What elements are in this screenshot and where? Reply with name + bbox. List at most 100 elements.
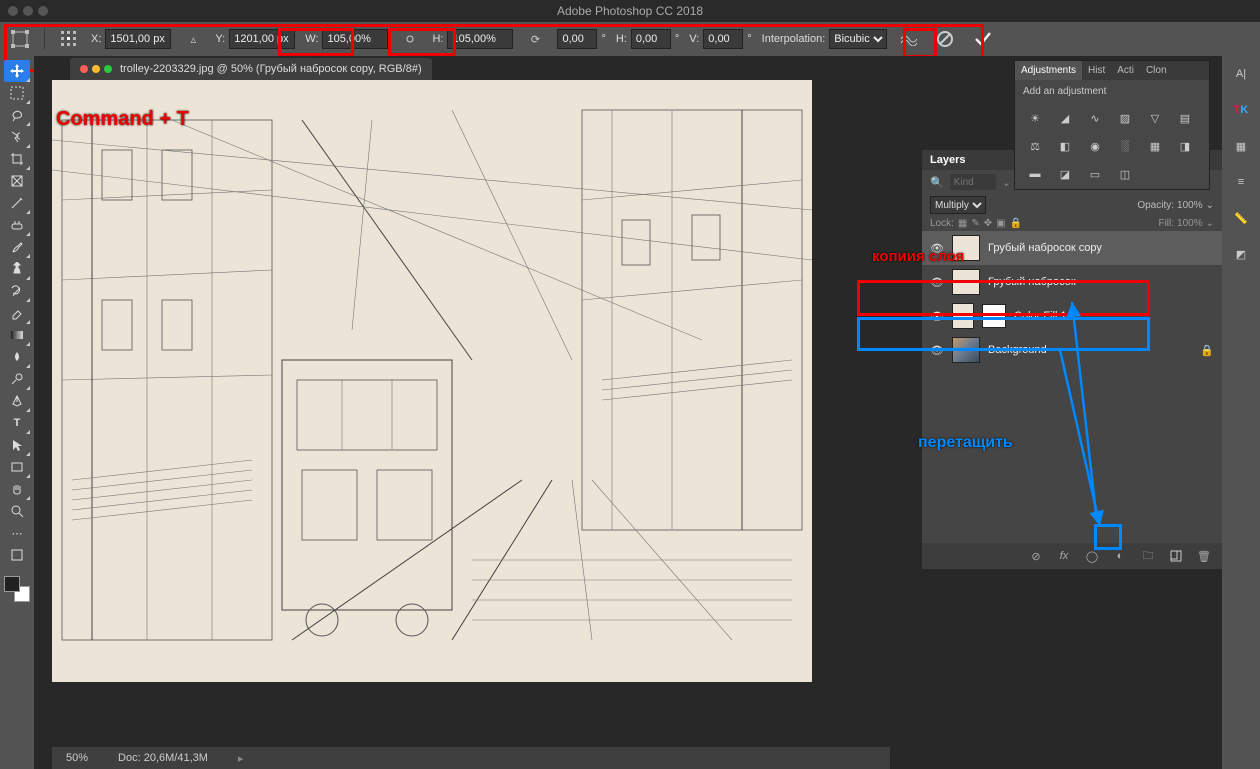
photo-filter-icon[interactable]: ◉ <box>1085 137 1105 155</box>
blend-mode-select[interactable]: Multiply <box>930 196 986 214</box>
delete-layer-icon[interactable]: 🗑 <box>1196 548 1212 564</box>
crop-tool[interactable] <box>4 148 30 170</box>
group-icon[interactable]: 🗀 <box>1140 548 1156 564</box>
layer-row-0[interactable]: 👁 Грубый набросок copy <box>922 231 1222 265</box>
lasso-tool[interactable] <box>4 104 30 126</box>
hue-icon[interactable]: ▤ <box>1175 109 1195 127</box>
opacity-value[interactable]: 100% <box>1177 200 1203 211</box>
dodge-tool[interactable] <box>4 368 30 390</box>
add-mask-icon[interactable]: ◯ <box>1084 548 1100 564</box>
visibility-icon[interactable]: 👁 <box>930 242 944 255</box>
rectangle-tool[interactable] <box>4 456 30 478</box>
visibility-icon[interactable]: 👁 <box>930 310 944 323</box>
commit-transform-button[interactable] <box>969 25 997 53</box>
angle-input[interactable] <box>557 29 597 49</box>
swatches-panel-icon[interactable]: ▦ <box>1229 134 1253 158</box>
tab-history[interactable]: Hist <box>1082 61 1111 80</box>
zoom-level[interactable]: 50% <box>66 752 88 764</box>
tab-adjustments[interactable]: Adjustments <box>1015 61 1082 80</box>
w-input[interactable] <box>322 29 388 49</box>
skew-h-input[interactable] <box>631 29 671 49</box>
exposure-icon[interactable]: ▨ <box>1115 109 1135 127</box>
brightness-icon[interactable]: ☀ <box>1025 109 1045 127</box>
zoom-tool[interactable] <box>4 500 30 522</box>
frame-tool[interactable] <box>4 170 30 192</box>
lock-all-icon[interactable]: 🔒 <box>1010 218 1022 229</box>
lock-artboard-icon[interactable]: ▣ <box>996 218 1005 229</box>
eyedropper-tool[interactable] <box>4 192 30 214</box>
tk-panel-icon[interactable]: TK <box>1229 98 1253 122</box>
h-input[interactable] <box>447 29 513 49</box>
edit-toolbar-icon[interactable] <box>4 544 30 566</box>
tools-panel: T ⋯ <box>0 56 34 769</box>
clone-stamp-tool[interactable] <box>4 258 30 280</box>
skew-v-input[interactable] <box>703 29 743 49</box>
selective-icon[interactable]: ◫ <box>1115 165 1135 183</box>
layer-row-1[interactable]: 👁 Грубый набросок <box>922 265 1222 299</box>
threshold-icon[interactable]: ◪ <box>1055 165 1075 183</box>
document-tab[interactable]: trolley-2203329.jpg @ 50% (Грубый наброс… <box>70 58 432 80</box>
balance-icon[interactable]: ⚖ <box>1025 137 1045 155</box>
healing-tool[interactable] <box>4 214 30 236</box>
pen-tool[interactable] <box>4 390 30 412</box>
layer-row-2[interactable]: 👁 Color Fill 1 <box>922 299 1222 333</box>
adjustment-layer-icon[interactable]: ◐ <box>1112 548 1128 564</box>
curves-icon[interactable]: ∿ <box>1085 109 1105 127</box>
tab-clone[interactable]: Clon <box>1140 61 1173 80</box>
warp-mode-icon[interactable] <box>897 27 921 51</box>
lut-icon[interactable]: ▦ <box>1145 137 1165 155</box>
cancel-transform-button[interactable] <box>931 25 959 53</box>
y-input[interactable] <box>229 29 295 49</box>
quick-select-tool[interactable] <box>4 126 30 148</box>
ruler-panel-icon[interactable]: 📏 <box>1229 206 1253 230</box>
close-window-icon[interactable] <box>8 6 18 16</box>
mixer-icon[interactable]: ░ <box>1115 137 1135 155</box>
layer-fx-icon[interactable]: fx <box>1056 548 1072 564</box>
link-wh-icon[interactable] <box>398 27 422 51</box>
levels-icon[interactable]: ◢ <box>1055 109 1075 127</box>
minimize-icon[interactable] <box>92 65 100 73</box>
gradient-tool[interactable] <box>4 324 30 346</box>
blur-tool[interactable] <box>4 346 30 368</box>
move-tool[interactable] <box>4 60 30 82</box>
layer-filter-input[interactable] <box>950 174 996 190</box>
tab-actions[interactable]: Acti <box>1111 61 1140 80</box>
close-icon[interactable] <box>80 65 88 73</box>
lock-position-icon[interactable]: ✥ <box>984 218 992 229</box>
link-layers-icon[interactable]: ⊘ <box>1028 548 1044 564</box>
maximize-window-icon[interactable] <box>38 6 48 16</box>
invert-icon[interactable]: ◨ <box>1175 137 1195 155</box>
brush-tool[interactable] <box>4 236 30 258</box>
color-swatch[interactable] <box>4 576 30 602</box>
new-layer-icon[interactable] <box>1168 548 1184 564</box>
history-brush-tool[interactable] <box>4 280 30 302</box>
gradient-map-icon[interactable]: ▭ <box>1085 165 1105 183</box>
layers-tab[interactable]: Layers <box>930 154 965 166</box>
x-input[interactable] <box>105 29 171 49</box>
fill-value[interactable]: 100% <box>1177 218 1203 229</box>
path-select-tool[interactable] <box>4 434 30 456</box>
visibility-icon[interactable]: 👁 <box>930 276 944 289</box>
eraser-tool[interactable] <box>4 302 30 324</box>
interpolation-select[interactable]: Bicubic <box>829 29 887 49</box>
bw-icon[interactable]: ◧ <box>1055 137 1075 155</box>
marquee-tool[interactable] <box>4 82 30 104</box>
window-controls[interactable] <box>8 6 48 16</box>
posterize-icon[interactable]: ▬ <box>1025 165 1045 183</box>
delta-icon[interactable]: ▵ <box>181 27 205 51</box>
minimize-window-icon[interactable] <box>23 6 33 16</box>
toolbar-more-icon[interactable]: ⋯ <box>4 522 30 544</box>
reference-point-icon[interactable] <box>57 27 81 51</box>
hand-tool[interactable] <box>4 478 30 500</box>
character-panel-icon[interactable]: A| <box>1229 62 1253 86</box>
canvas[interactable] <box>52 80 812 682</box>
zoom-icon[interactable] <box>104 65 112 73</box>
tools-panel-icon[interactable]: ◩ <box>1229 242 1253 266</box>
visibility-icon[interactable]: 👁 <box>930 344 944 357</box>
type-tool[interactable]: T <box>4 412 30 434</box>
layer-row-3[interactable]: 👁 Background 🔒 <box>922 333 1222 367</box>
vibrance-icon[interactable]: ▽ <box>1145 109 1165 127</box>
lock-pixels-icon[interactable]: ✎ <box>971 218 979 229</box>
lock-trans-icon[interactable]: ▦ <box>958 218 967 229</box>
align-panel-icon[interactable]: ≡ <box>1229 170 1253 194</box>
